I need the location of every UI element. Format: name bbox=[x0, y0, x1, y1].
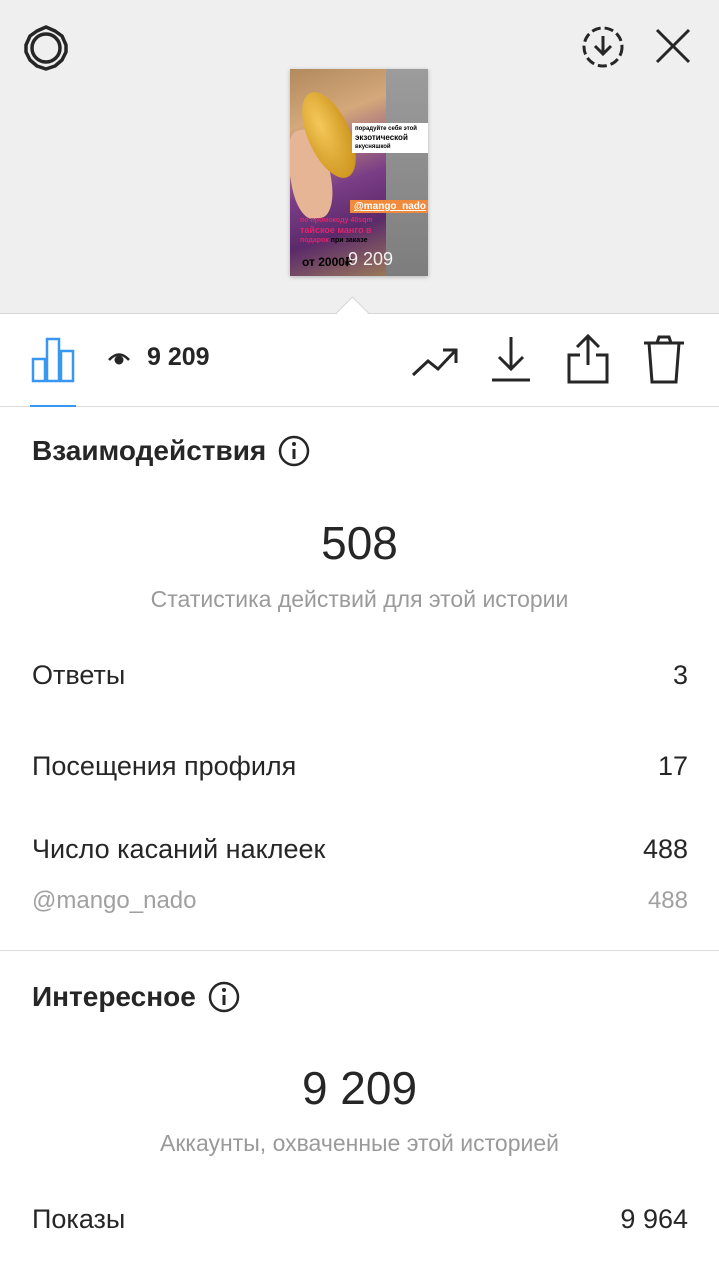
close-icon[interactable] bbox=[653, 26, 693, 66]
mention-sticker: @mango_nado bbox=[350, 200, 428, 213]
stats-toolbar: 9 209 bbox=[0, 313, 719, 407]
stat-row-replies: Ответы 3 bbox=[32, 660, 688, 690]
stat-row-sticker-taps: Число касаний наклеек 488 bbox=[32, 834, 688, 864]
price-text: от 2000₽ bbox=[302, 255, 353, 269]
promo-text: по промокоду 40sqm тайское манго в подар… bbox=[300, 217, 373, 244]
eye-icon bbox=[108, 352, 130, 364]
story-thumbnail[interactable]: порадуйте себя этой экзотической вкусняш… bbox=[290, 69, 428, 276]
discovery-total: 9 209 bbox=[301, 1062, 418, 1114]
section-divider bbox=[0, 950, 719, 951]
share-icon[interactable] bbox=[566, 333, 610, 385]
info-icon[interactable] bbox=[208, 981, 240, 1013]
interactions-subtitle: Статистика действий для этой истории bbox=[150, 586, 569, 612]
thumbnail-view-count: 9 209 bbox=[348, 249, 394, 269]
views-number: 9 209 bbox=[147, 343, 210, 371]
stat-row-impressions: Показы 9 964 bbox=[32, 1204, 688, 1234]
discovery-section-title: Интересное bbox=[32, 981, 240, 1013]
active-tab-indicator bbox=[30, 405, 76, 407]
discovery-subtitle: Аккаунты, охваченные этой историей bbox=[160, 1130, 559, 1156]
bar-chart-icon[interactable] bbox=[31, 337, 75, 383]
download-icon[interactable] bbox=[490, 335, 532, 383]
gear-icon[interactable] bbox=[22, 24, 70, 72]
interactions-total: 508 bbox=[321, 517, 398, 569]
story-header-area: порадуйте себя этой экзотической вкусняш… bbox=[0, 0, 719, 314]
trash-icon[interactable] bbox=[642, 335, 686, 385]
view-count: 9 209 bbox=[107, 343, 210, 372]
story-text-sticker: порадуйте себя этой экзотической вкусняш… bbox=[352, 123, 428, 153]
trend-icon[interactable] bbox=[410, 343, 460, 379]
info-icon[interactable] bbox=[278, 435, 310, 467]
download-circle-icon[interactable] bbox=[580, 24, 626, 70]
interactions-section-title: Взаимодействия bbox=[32, 435, 310, 467]
stat-row-sticker-mention: @mango_nado 488 bbox=[32, 887, 688, 914]
stat-row-profile-visits: Посещения профиля 17 bbox=[32, 751, 688, 781]
